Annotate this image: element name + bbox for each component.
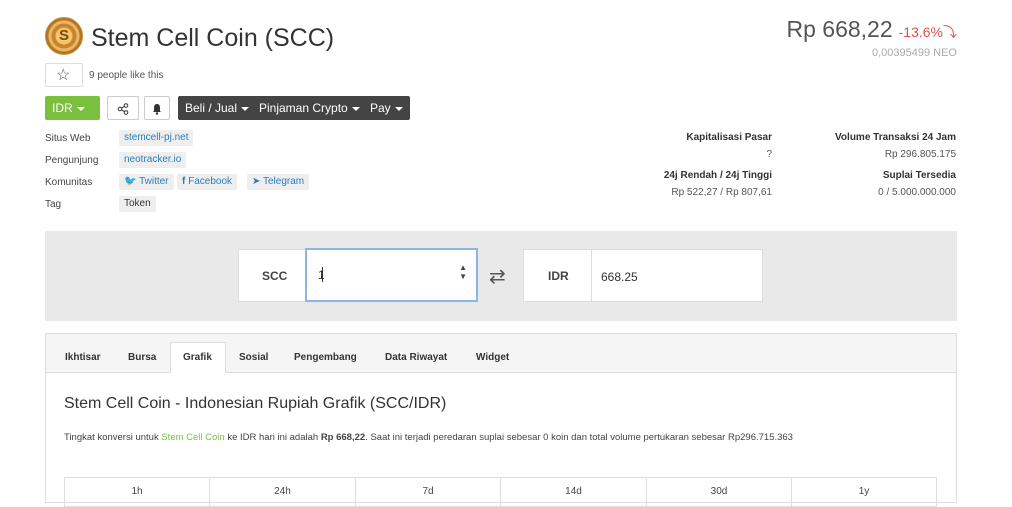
range-1h-button[interactable]: 1h	[64, 477, 210, 507]
share-button[interactable]	[107, 96, 139, 120]
range-1y-button[interactable]: 1y	[791, 477, 937, 507]
volume-value: Rp 296.805.175	[884, 149, 956, 160]
chart-description: Tingkat konversi untuk Stem Cell Coin ke…	[64, 432, 793, 443]
share-icon	[117, 103, 129, 115]
range-30d-button[interactable]: 30d	[646, 477, 792, 507]
market-cap-label: Kapitalisasi Pasar	[686, 132, 772, 143]
range-24h-label: 24j Rendah / 24j Tinggi	[663, 170, 772, 181]
range-14d-button[interactable]: 14d	[500, 477, 647, 507]
crypto-loan-dropdown[interactable]: Pinjaman Crypto	[252, 96, 367, 120]
crypto-loan-label: Pinjaman Crypto	[259, 101, 348, 115]
buy-sell-label: Beli / Jual	[185, 101, 238, 115]
supply-value: 0 / 5.000.000.000	[878, 187, 956, 198]
buy-sell-dropdown[interactable]: Beli / Jual	[178, 96, 257, 120]
volume-label: Volume Transaksi 24 Jam	[835, 132, 956, 143]
desc-part-3: . Saat ini terjadi peredaran suplai sebe…	[365, 432, 793, 443]
desc-part-2: ke IDR hari ini adalah	[224, 432, 321, 443]
caret-down-icon	[76, 106, 85, 111]
coin-logo: S	[45, 17, 83, 55]
tab-historical-data[interactable]: Data Riwayat	[385, 352, 447, 363]
coin-logo-letter: S	[58, 27, 69, 44]
to-amount-input[interactable]: 668.25	[591, 249, 763, 302]
notification-button[interactable]	[144, 96, 170, 120]
tab-overview[interactable]: Ikhtisar	[65, 352, 101, 363]
from-currency-label: SCC	[262, 269, 288, 283]
supply-label: Suplai Tersedia	[882, 170, 956, 181]
pay-dropdown[interactable]: Pay	[363, 96, 410, 120]
caret-down-icon	[394, 106, 403, 111]
star-icon: ☆	[56, 67, 71, 84]
website-label: Situs Web	[45, 133, 91, 144]
facebook-label: Facebook	[188, 176, 233, 187]
telegram-icon: ➤	[252, 176, 263, 187]
tag-label: Tag	[45, 199, 62, 210]
twitter-link[interactable]: 🐦 Twitter	[119, 174, 174, 190]
tab-chart[interactable]: Grafik	[183, 352, 212, 363]
explorer-link[interactable]: neotracker.io	[119, 152, 187, 168]
pay-label: Pay	[370, 101, 391, 115]
tab-social[interactable]: Sosial	[239, 352, 268, 363]
desc-price: Rp 668,22	[320, 432, 366, 443]
bell-icon	[153, 103, 161, 115]
to-amount-value: 668.25	[601, 270, 638, 284]
to-currency-label: IDR	[548, 269, 569, 283]
price-display: Rp 668,22 -13.6%⤵	[787, 16, 958, 43]
website-link[interactable]: stemcell-pj.net	[119, 130, 194, 146]
down-arrow-icon: ⤵	[943, 24, 957, 40]
number-spinner[interactable]: ▲ ▼	[459, 263, 467, 281]
price-change: -13.6%⤵	[899, 24, 957, 40]
text-cursor	[322, 267, 323, 282]
coin-link[interactable]: Stem Cell Coin	[161, 432, 224, 443]
facebook-link[interactable]: f Facebook	[177, 174, 238, 190]
chart-heading: Stem Cell Coin - Indonesian Rupiah Grafi…	[64, 395, 447, 412]
telegram-label: Telegram	[262, 176, 305, 187]
twitter-label: Twitter	[139, 176, 169, 187]
caret-down-icon	[351, 106, 360, 111]
market-cap-value: ?	[766, 149, 772, 160]
neo-price: 0,00395499 NEO	[871, 47, 957, 59]
coin-title: Stem Cell Coin (SCC)	[91, 24, 335, 52]
range-7d-button[interactable]: 7d	[355, 477, 501, 507]
swap-arrows-icon[interactable]: ⇄	[489, 264, 506, 289]
currency-label: IDR	[52, 101, 73, 115]
price-change-value: -13.6%	[898, 24, 943, 40]
telegram-link[interactable]: ➤ Telegram	[247, 174, 310, 190]
tab-widget[interactable]: Widget	[476, 352, 509, 363]
caret-down-icon	[241, 106, 250, 111]
explorer-label: Pengunjung	[45, 155, 99, 166]
tab-developer[interactable]: Pengembang	[294, 352, 357, 363]
price-value: Rp 668,22	[786, 16, 893, 42]
twitter-icon: 🐦	[124, 176, 140, 187]
token-tag[interactable]: Token	[119, 196, 156, 212]
likes-count: 9 people like this	[89, 70, 164, 81]
like-button[interactable]: ☆	[45, 63, 83, 87]
desc-part-1: Tingkat konversi untuk	[64, 432, 162, 443]
range-24h-button[interactable]: 24h	[209, 477, 356, 507]
from-amount-input[interactable]: 1 ▲▼	[305, 248, 478, 302]
community-label: Komunitas	[45, 177, 93, 188]
range-24h-value: Rp 522,27 / Rp 807,61	[671, 187, 772, 198]
tab-exchanges[interactable]: Bursa	[128, 352, 156, 363]
currency-dropdown[interactable]: IDR	[45, 96, 100, 120]
